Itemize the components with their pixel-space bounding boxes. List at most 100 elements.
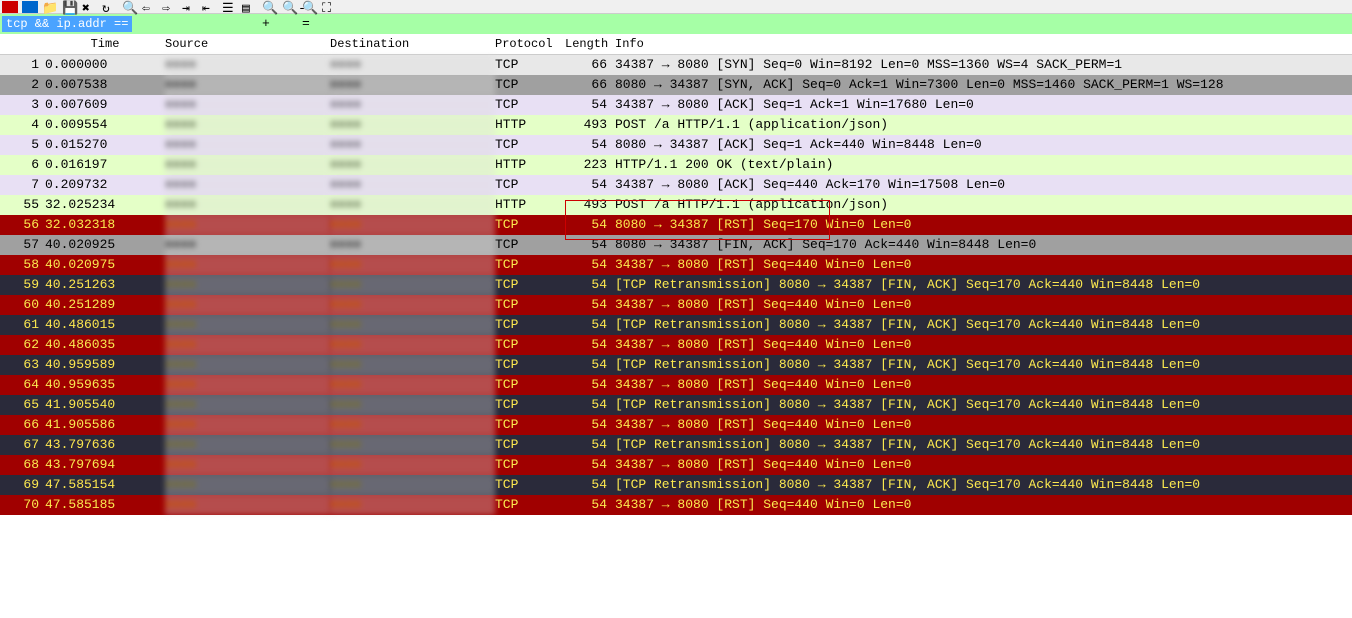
cell-destination: ■■■■: [330, 495, 495, 515]
cell-no: 59: [0, 275, 45, 295]
packet-row[interactable]: 6040.251289■■■■■■■■TCP5434387 → 8080 [RS…: [0, 295, 1352, 315]
cell-destination: ■■■■: [330, 395, 495, 415]
packet-row[interactable]: 20.007538■■■■■■■■TCP668080 → 34387 [SYN,…: [0, 75, 1352, 95]
packet-row[interactable]: 6440.959635■■■■■■■■TCP5434387 → 8080 [RS…: [0, 375, 1352, 395]
cell-destination: ■■■■: [330, 195, 495, 215]
cell-source: ■■■■: [165, 155, 330, 175]
cell-time: 40.486035: [45, 335, 165, 355]
header-time[interactable]: Time: [45, 37, 165, 51]
packet-row[interactable]: 6743.797636■■■■■■■■TCP54[TCP Retransmiss…: [0, 435, 1352, 455]
cell-time: 40.251289: [45, 295, 165, 315]
auto-scroll-icon[interactable]: ☰: [222, 1, 238, 13]
reload-icon[interactable]: ↻: [102, 1, 118, 13]
cell-destination: ■■■■: [330, 155, 495, 175]
close-icon[interactable]: ✖: [82, 1, 98, 13]
packet-row[interactable]: 50.015270■■■■■■■■TCP548080 → 34387 [ACK]…: [0, 135, 1352, 155]
cell-source: ■■■■: [165, 495, 330, 515]
save-icon[interactable]: 💾: [62, 1, 78, 13]
cell-source: ■■■■: [165, 375, 330, 395]
zoom-out-icon[interactable]: 🔍-: [282, 1, 298, 13]
cell-protocol: TCP: [495, 335, 565, 355]
packet-row[interactable]: 6541.905540■■■■■■■■TCP54[TCP Retransmiss…: [0, 395, 1352, 415]
resize-columns-icon[interactable]: ⛶: [322, 1, 338, 13]
cell-destination: ■■■■: [330, 75, 495, 95]
packet-row[interactable]: 7047.585185■■■■■■■■TCP5434387 → 8080 [RS…: [0, 495, 1352, 515]
cell-protocol: TCP: [495, 475, 565, 495]
square-red-icon[interactable]: [2, 1, 18, 13]
cell-info: 34387 → 8080 [ACK] Seq=1 Ack=1 Win=17680…: [615, 95, 1352, 115]
cell-length: 54: [565, 355, 615, 375]
cell-protocol: TCP: [495, 75, 565, 95]
folder-icon[interactable]: 📁: [42, 1, 58, 13]
cell-no: 67: [0, 435, 45, 455]
cell-destination: ■■■■: [330, 115, 495, 135]
header-source[interactable]: Source: [165, 37, 330, 51]
cell-destination: ■■■■: [330, 215, 495, 235]
cell-length: 54: [565, 235, 615, 255]
cell-source: ■■■■: [165, 435, 330, 455]
cell-length: 54: [565, 135, 615, 155]
packet-row[interactable]: 30.007609■■■■■■■■TCP5434387 → 8080 [ACK]…: [0, 95, 1352, 115]
packet-row[interactable]: 5632.032318■■■■■■■■TCP548080 → 34387 [RS…: [0, 215, 1352, 235]
cell-source: ■■■■: [165, 455, 330, 475]
packet-row[interactable]: 5532.025234■■■■■■■■HTTP493POST /a HTTP/1…: [0, 195, 1352, 215]
packet-row[interactable]: 10.000000■■■■■■■■TCP6634387 → 8080 [SYN]…: [0, 55, 1352, 75]
packet-row[interactable]: 6140.486015■■■■■■■■TCP54[TCP Retransmiss…: [0, 315, 1352, 335]
cell-source: ■■■■: [165, 75, 330, 95]
zoom-reset-icon[interactable]: 🔍=: [302, 1, 318, 13]
cell-destination: ■■■■: [330, 375, 495, 395]
packet-row[interactable]: 5940.251263■■■■■■■■TCP54[TCP Retransmiss…: [0, 275, 1352, 295]
cell-length: 54: [565, 395, 615, 415]
packet-row[interactable]: 5840.020975■■■■■■■■TCP5434387 → 8080 [RS…: [0, 255, 1352, 275]
jump-first-icon[interactable]: ⇤: [202, 1, 218, 13]
cell-info: 34387 → 8080 [RST] Seq=440 Win=0 Len=0: [615, 495, 1352, 515]
cell-time: 0.209732: [45, 175, 165, 195]
packet-row[interactable]: 60.016197■■■■■■■■HTTP223HTTP/1.1 200 OK …: [0, 155, 1352, 175]
cell-no: 70: [0, 495, 45, 515]
cell-no: 68: [0, 455, 45, 475]
cell-info: POST /a HTTP/1.1 (application/json): [615, 115, 1352, 135]
search-icon[interactable]: 🔍: [122, 1, 138, 13]
cell-no: 1: [0, 55, 45, 75]
packet-row[interactable]: 6340.959589■■■■■■■■TCP54[TCP Retransmiss…: [0, 355, 1352, 375]
header-info[interactable]: Info: [615, 37, 1352, 51]
packet-row[interactable]: 6843.797694■■■■■■■■TCP5434387 → 8080 [RS…: [0, 455, 1352, 475]
packet-row[interactable]: 6641.905586■■■■■■■■TCP5434387 → 8080 [RS…: [0, 415, 1352, 435]
header-length[interactable]: Length: [565, 37, 615, 51]
header-protocol[interactable]: Protocol: [495, 37, 565, 51]
cell-time: 0.007538: [45, 75, 165, 95]
colorize-icon[interactable]: ▤: [242, 1, 258, 13]
header-destination[interactable]: Destination: [330, 37, 495, 51]
cell-info: 34387 → 8080 [SYN] Seq=0 Win=8192 Len=0 …: [615, 55, 1352, 75]
header-no[interactable]: [0, 37, 45, 51]
cell-source: ■■■■: [165, 395, 330, 415]
cell-protocol: TCP: [495, 255, 565, 275]
forward-icon[interactable]: ⇨: [162, 1, 178, 13]
cell-info: 34387 → 8080 [ACK] Seq=440 Ack=170 Win=1…: [615, 175, 1352, 195]
cell-no: 60: [0, 295, 45, 315]
cell-info: [TCP Retransmission] 8080 → 34387 [FIN, …: [615, 395, 1352, 415]
packet-list[interactable]: 10.000000■■■■■■■■TCP6634387 → 8080 [SYN]…: [0, 55, 1352, 515]
cell-no: 2: [0, 75, 45, 95]
cell-info: 34387 → 8080 [RST] Seq=440 Win=0 Len=0: [615, 255, 1352, 275]
zoom-in-icon[interactable]: 🔍+: [262, 1, 278, 13]
cell-length: 493: [565, 115, 615, 135]
cell-length: 54: [565, 475, 615, 495]
cell-length: 493: [565, 195, 615, 215]
cell-no: 55: [0, 195, 45, 215]
square-blue-icon[interactable]: [22, 1, 38, 13]
packet-row[interactable]: 40.009554■■■■■■■■HTTP493POST /a HTTP/1.1…: [0, 115, 1352, 135]
cell-time: 0.009554: [45, 115, 165, 135]
display-filter-input[interactable]: tcp && ip.addr ==: [2, 16, 132, 32]
packet-row[interactable]: 6240.486035■■■■■■■■TCP5434387 → 8080 [RS…: [0, 335, 1352, 355]
back-icon[interactable]: ⇦: [142, 1, 158, 13]
cell-info: [TCP Retransmission] 8080 → 34387 [FIN, …: [615, 275, 1352, 295]
cell-length: 66: [565, 75, 615, 95]
jump-last-icon[interactable]: ⇥: [182, 1, 198, 13]
packet-row[interactable]: 6947.585154■■■■■■■■TCP54[TCP Retransmiss…: [0, 475, 1352, 495]
cell-time: 40.486015: [45, 315, 165, 335]
cell-no: 3: [0, 95, 45, 115]
packet-row[interactable]: 70.209732■■■■■■■■TCP5434387 → 8080 [ACK]…: [0, 175, 1352, 195]
cell-info: POST /a HTTP/1.1 (application/json): [615, 195, 1352, 215]
packet-row[interactable]: 5740.020925■■■■■■■■TCP548080 → 34387 [FI…: [0, 235, 1352, 255]
